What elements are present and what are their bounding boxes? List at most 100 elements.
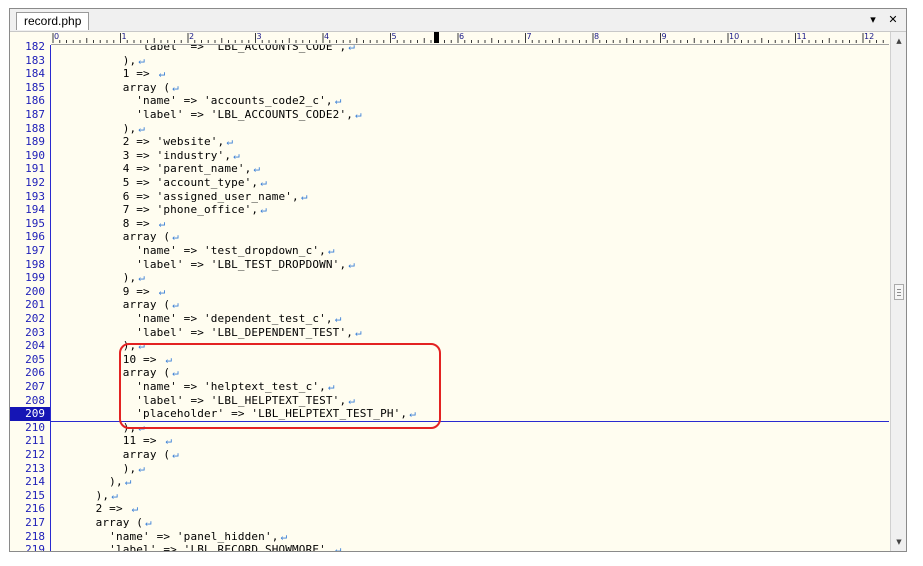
code-line[interactable]: array (↵: [55, 298, 179, 312]
code-line[interactable]: 6 => 'assigned_user_name', ↵: [55, 190, 308, 204]
ruler-mark: 10: [729, 32, 740, 41]
line-number: 192: [25, 176, 45, 189]
line-number: 199: [25, 271, 45, 285]
code-line[interactable]: array (↵: [55, 516, 152, 530]
line-number: 188: [25, 121, 45, 135]
code-text: 'label' => 'LBL_ACCOUNTS_CODE',: [55, 45, 347, 53]
code-line[interactable]: 'label' => 'LBL_ACCOUNTS_CODE', ↵: [55, 45, 355, 54]
line-number: 203: [25, 325, 45, 339]
tab-list-dropdown-icon[interactable]: ▾: [866, 12, 880, 28]
line-number: 193: [25, 189, 45, 203]
line-number: 209: [10, 407, 50, 421]
scroll-up-arrow-icon[interactable]: ▲: [891, 34, 906, 48]
line-break-icon: ↵: [138, 121, 146, 135]
line-break-icon: ↵: [334, 312, 342, 325]
code-line[interactable]: 8 => ↵: [55, 216, 166, 231]
line-break-icon: ↵: [348, 45, 356, 53]
code-line[interactable]: ), ↵: [55, 271, 145, 285]
code-text: 'name' => 'dependent_test_c',: [55, 312, 333, 325]
line-number: 189: [25, 135, 45, 149]
thumb-grip-line: [897, 292, 901, 293]
code-text: 6 => 'assigned_user_name',: [55, 189, 299, 203]
code-line[interactable]: 7 => 'phone_office', ↵: [55, 203, 267, 217]
code-text: 1 =>: [55, 67, 157, 81]
code-text: ),: [55, 53, 137, 67]
line-number: 216: [25, 502, 45, 516]
code-line[interactable]: 1 => ↵: [55, 67, 166, 81]
vertical-scrollbar[interactable]: ▲ ▼: [890, 32, 906, 551]
line-number: 213: [25, 461, 45, 475]
code-text: ),: [55, 461, 137, 475]
line-break-icon: ↵: [253, 162, 261, 176]
line-number: 207: [25, 380, 45, 393]
line-number: 185: [25, 80, 45, 94]
line-number: 194: [25, 203, 45, 217]
code-text: ),: [55, 121, 137, 135]
line-break-icon: ↵: [260, 203, 267, 217]
code-line[interactable]: ), ↵: [55, 462, 145, 476]
line-number: 198: [25, 257, 45, 271]
line-break-icon: ↵: [111, 488, 118, 502]
line-break-icon: ↵: [138, 53, 146, 67]
code-line[interactable]: array (↵: [55, 81, 179, 95]
code-line[interactable]: 'label' => 'LBL_ACCOUNTS_CODE2', ↵: [55, 108, 362, 122]
code-line[interactable]: 4 => 'parent_name', ↵: [55, 162, 260, 176]
line-break-icon: ↵: [172, 298, 179, 312]
code-text: 2 => 'website',: [55, 135, 225, 149]
line-number: 211: [25, 434, 45, 448]
line-number: 197: [25, 244, 45, 257]
line-break-icon: ↵: [355, 108, 362, 121]
code-line[interactable]: 5 => 'account_type', ↵: [55, 176, 267, 190]
line-break-icon: ↵: [172, 80, 179, 94]
code-line[interactable]: 2 => ↵: [55, 502, 139, 516]
code-text: 8 =>: [55, 216, 157, 230]
line-break-icon: ↵: [158, 284, 166, 298]
code-text: 5 => 'account_type',: [55, 176, 259, 189]
ruler-mark: 8: [594, 32, 600, 41]
code-line[interactable]: ), ↵: [55, 122, 145, 136]
code-line[interactable]: ), ↵: [55, 489, 118, 503]
code-line[interactable]: 11 => ↵: [55, 434, 172, 448]
code-line[interactable]: ), ↵: [55, 475, 132, 489]
ruler-mark: 1: [121, 32, 127, 41]
code-line[interactable]: array (↵: [55, 448, 179, 462]
ruler-mark: 4: [324, 32, 330, 41]
scroll-down-arrow-icon[interactable]: ▼: [891, 535, 906, 549]
code-text: 'label' => 'LBL_TEST_DROPDOWN',: [55, 257, 347, 271]
tab-record-php[interactable]: record.php: [16, 12, 90, 30]
line-number: 210: [25, 420, 45, 434]
column-ruler: 0 1 2 3 4 5 6 7 8 9 10 11 12: [51, 32, 889, 45]
line-number: 217: [25, 516, 45, 529]
line-number: 206: [25, 366, 45, 380]
code-text: 3 => 'industry',: [55, 148, 232, 162]
code-line[interactable]: ), ↵: [55, 54, 145, 68]
code-line[interactable]: 'name' => 'accounts_code2_c', ↵: [55, 94, 341, 108]
ruler-cursor-marker: [434, 32, 439, 43]
thumb-grip-line: [897, 295, 901, 296]
code-text: array (: [55, 230, 171, 244]
code-line[interactable]: 3 => 'industry', ↵: [55, 149, 240, 163]
code-line[interactable]: 'name' => 'dependent_test_c', ↵: [55, 312, 341, 326]
code-line[interactable]: 'label' => 'LBL_DEPENDENT_TEST', ↵: [55, 326, 362, 340]
line-break-icon: ↵: [348, 257, 356, 271]
code-line[interactable]: 'name' => 'test_dropdown_c', ↵: [55, 244, 335, 258]
line-number: 204: [25, 339, 45, 353]
code-line[interactable]: 'name' => 'panel_hidden', ↵: [55, 530, 287, 544]
close-tab-icon[interactable]: ✕: [886, 12, 900, 28]
code-text: 'name' => 'panel_hidden',: [55, 529, 279, 543]
code-area[interactable]: 'label' => 'LBL_ACCOUNTS_CODE', ↵ ), ↵ 1 =…: [55, 45, 889, 551]
ruler-mark: 2: [189, 32, 195, 41]
line-number: 182: [25, 40, 45, 53]
line-break-icon: ↵: [138, 461, 146, 475]
code-text: 2 =>: [55, 502, 130, 516]
code-line[interactable]: 'label' => 'LBL_RECORD_SHOWMORE', ↵: [55, 543, 341, 551]
line-break-icon: ↵: [172, 448, 179, 461]
code-line[interactable]: 2 => 'website', ↵: [55, 135, 233, 149]
tab-bar: record.php ▾ ✕: [10, 9, 906, 32]
line-number: 202: [25, 312, 45, 325]
code-line[interactable]: array (↵: [55, 230, 179, 244]
code-text: 7 => 'phone_office',: [55, 203, 259, 217]
code-line[interactable]: 9 => ↵: [55, 284, 166, 299]
scroll-thumb[interactable]: [894, 284, 904, 300]
code-line[interactable]: 'label' => 'LBL_TEST_DROPDOWN', ↵: [55, 258, 355, 272]
